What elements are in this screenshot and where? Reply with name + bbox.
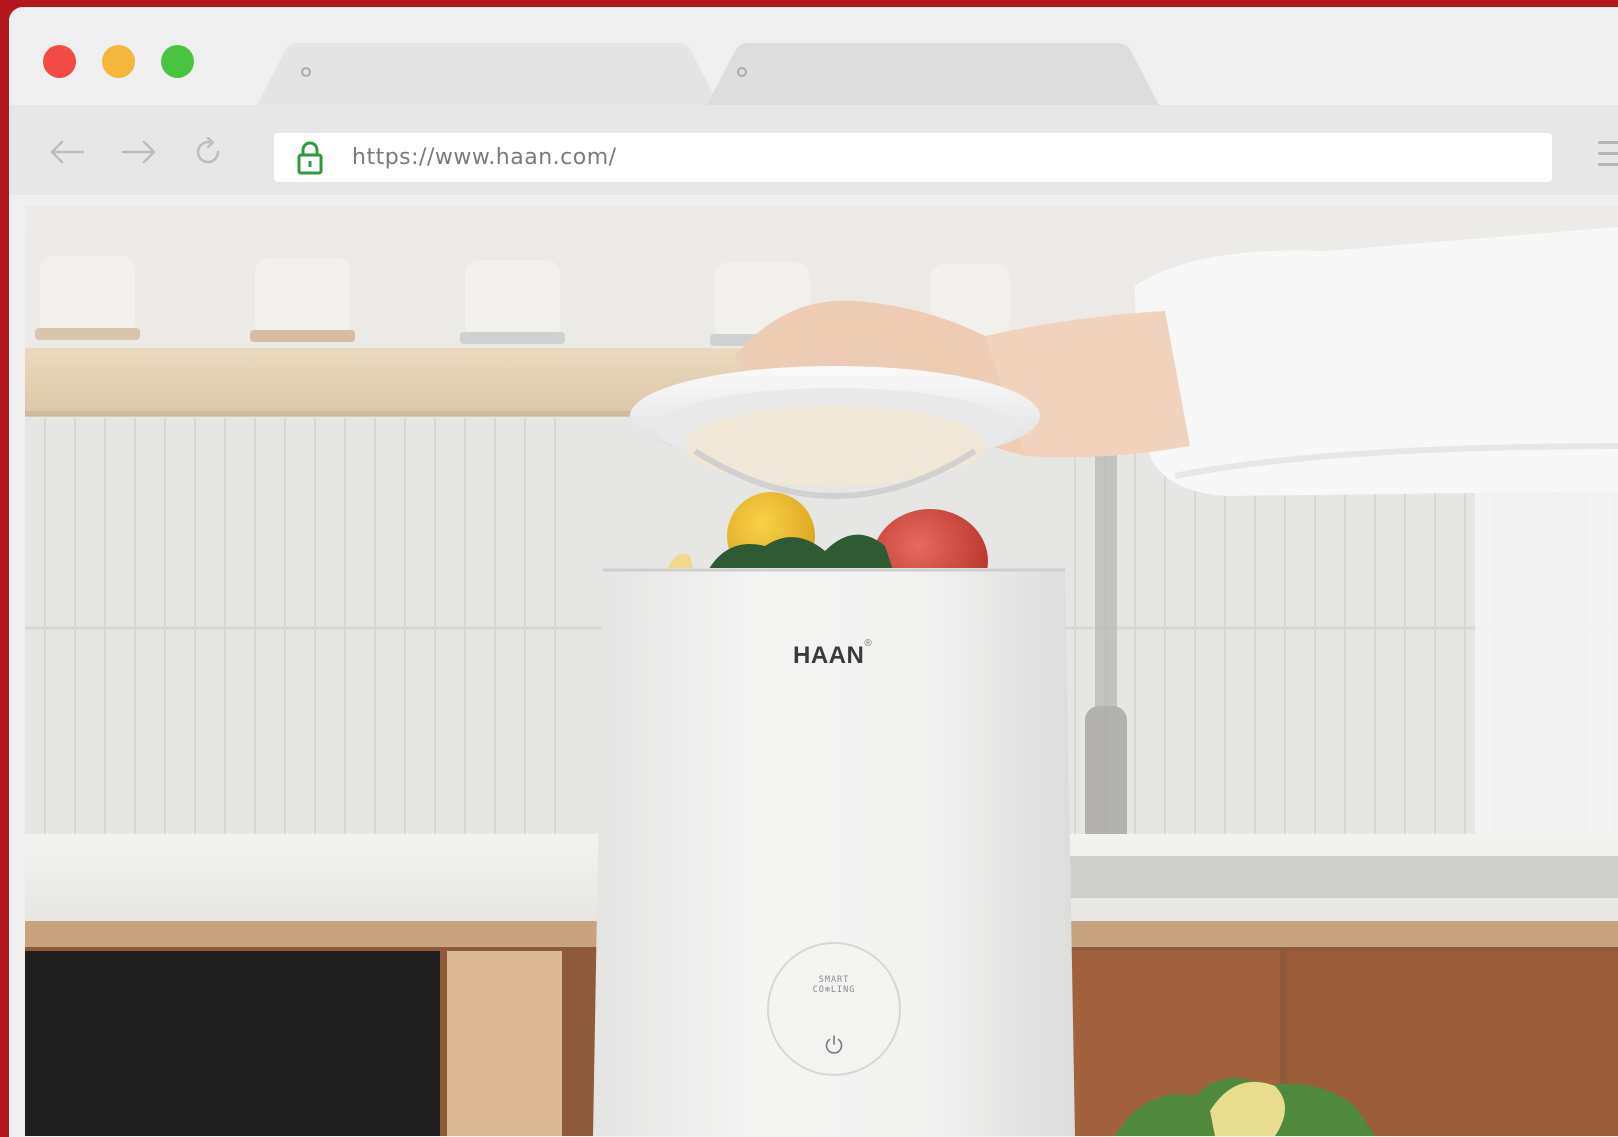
power-icon — [825, 1035, 843, 1054]
tab-favicon-icon — [301, 67, 311, 77]
smart-label-line1: SMART — [818, 975, 850, 985]
browser-menu-button[interactable] — [1598, 135, 1618, 175]
tab-2[interactable] — [707, 43, 1177, 105]
minimize-window-button[interactable] — [102, 45, 135, 78]
forward-button[interactable] — [119, 132, 159, 172]
forward-arrow-icon — [121, 140, 156, 164]
maximize-window-button[interactable] — [161, 45, 194, 78]
tab-strip — [9, 7, 1618, 105]
reload-icon — [196, 137, 220, 164]
page-viewport: HAAN® SMART CO❄LING — [25, 206, 1618, 1136]
close-window-button[interactable] — [43, 45, 76, 78]
tab-favicon-icon — [737, 67, 747, 77]
toolbar: https://www.haan.com/ — [9, 105, 1618, 195]
reload-button[interactable] — [189, 132, 229, 172]
brand-logo: HAAN® — [793, 638, 872, 670]
brand-mark: ® — [864, 638, 873, 649]
address-bar[interactable]: https://www.haan.com/ — [274, 133, 1552, 182]
url-text: https://www.haan.com/ — [352, 145, 617, 170]
smart-label-line2: CO❄LING — [812, 985, 856, 995]
lock-icon — [297, 141, 323, 175]
back-arrow-icon — [50, 140, 85, 164]
smart-cooling-button[interactable]: SMART CO❄LING — [768, 943, 900, 1075]
back-button[interactable] — [47, 132, 87, 172]
tab-1[interactable] — [257, 43, 727, 105]
browser-window: https://www.haan.com/ HAAN® SMART CO❄LIN… — [9, 7, 1618, 1137]
smart-cooling-label: SMART CO❄LING — [768, 975, 900, 995]
brand-name: HAAN — [793, 642, 865, 669]
